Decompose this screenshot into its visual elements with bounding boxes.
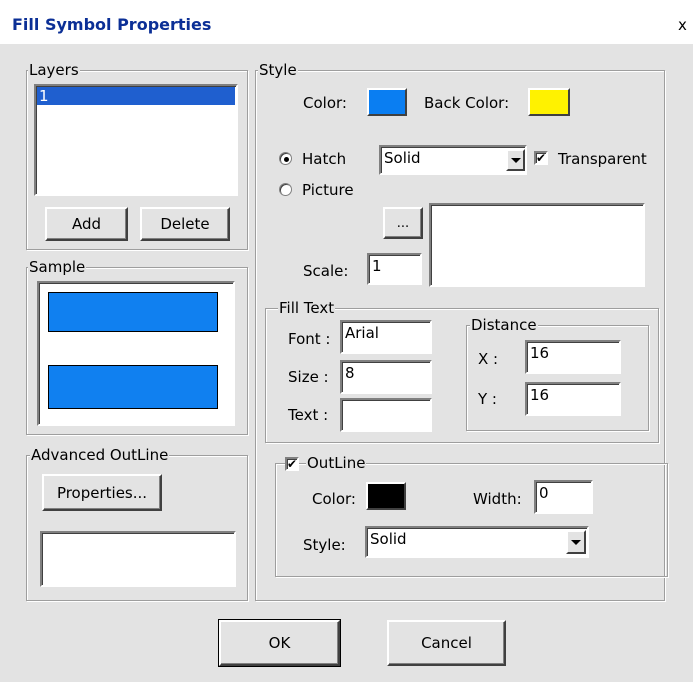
fill-text-label: Fill Text	[278, 299, 336, 317]
outline-preview	[40, 531, 236, 587]
hatch-radio[interactable]	[279, 152, 292, 165]
scale-input[interactable]: 1	[367, 253, 422, 285]
add-layer-button[interactable]: Add	[45, 207, 128, 241]
font-label: Font :	[288, 330, 331, 348]
hatch-style-select[interactable]: Solid	[379, 145, 527, 175]
size-input[interactable]: 8	[340, 360, 432, 394]
outline-width-label: Width:	[473, 490, 522, 508]
back-color-label: Back Color:	[424, 94, 510, 112]
outline-color-swatch[interactable]	[366, 482, 406, 510]
sample-fill-bar-top	[48, 292, 218, 332]
dialog-title: Fill Symbol Properties	[12, 15, 212, 34]
outline-label: OutLine	[306, 454, 367, 472]
chevron-down-icon	[510, 157, 521, 163]
text-input[interactable]	[340, 398, 432, 432]
sample-fill-bar-bottom	[48, 365, 218, 409]
outline-group	[275, 463, 668, 577]
ok-button[interactable]: OK	[218, 619, 341, 667]
layers-group-label: Layers	[28, 61, 80, 79]
color-label: Color:	[303, 94, 347, 112]
sample-group-label: Sample	[28, 258, 87, 276]
back-color-swatch[interactable]	[528, 88, 570, 116]
distance-y-label: Y :	[478, 390, 497, 408]
properties-button[interactable]: Properties...	[42, 474, 162, 511]
close-button[interactable]: x	[678, 16, 687, 34]
picture-radio[interactable]	[279, 183, 292, 196]
browse-picture-button[interactable]: ...	[383, 207, 423, 239]
picture-preview	[429, 203, 645, 287]
outline-checkbox[interactable]: ✔	[285, 457, 299, 471]
hatch-label: Hatch	[302, 150, 347, 168]
advanced-outline-label: Advanced OutLine	[30, 446, 170, 464]
text-label: Text :	[288, 406, 329, 424]
chevron-down-icon	[571, 539, 581, 545]
distance-x-input[interactable]: 16	[525, 340, 621, 374]
cancel-button[interactable]: Cancel	[387, 620, 506, 666]
style-group-label: Style	[258, 61, 298, 79]
hatch-dropdown-button[interactable]	[506, 149, 525, 171]
distance-x-label: X :	[478, 350, 499, 368]
distance-y-input[interactable]: 16	[525, 382, 621, 416]
layers-list[interactable]: 1	[34, 84, 238, 196]
delete-layer-button[interactable]: Delete	[140, 207, 230, 241]
outline-width-input[interactable]: 0	[534, 480, 593, 514]
scale-label: Scale:	[303, 262, 349, 280]
distance-label: Distance	[470, 316, 538, 334]
transparent-checkbox[interactable]: ✔	[534, 151, 548, 165]
outline-color-label: Color:	[312, 490, 356, 508]
picture-label: Picture	[302, 181, 354, 199]
size-label: Size :	[288, 368, 329, 386]
outline-style-select[interactable]: Solid	[365, 526, 589, 558]
font-input[interactable]: Arial	[340, 320, 432, 354]
hatch-radio-dot	[284, 157, 289, 162]
layers-list-item[interactable]: 1	[37, 87, 235, 105]
outline-style-label: Style:	[303, 536, 346, 554]
fill-color-swatch[interactable]	[367, 88, 407, 116]
outline-style-dropdown-button[interactable]	[566, 530, 586, 554]
transparent-label: Transparent	[558, 150, 647, 168]
